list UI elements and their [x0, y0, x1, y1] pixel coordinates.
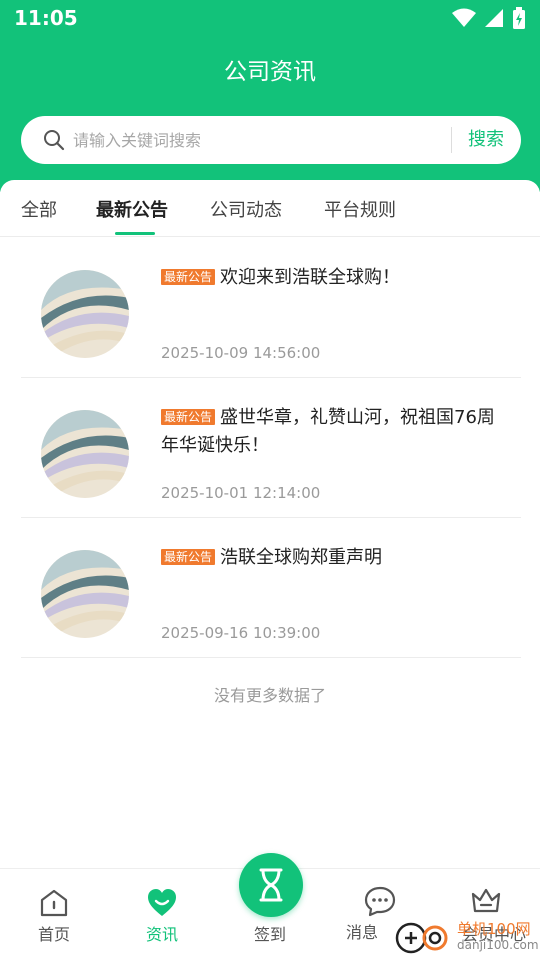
news-item[interactable]: 最新公告 盛世华章，礼赞山河，祝祖国76周年华诞快乐！ 2025-10-01 12…: [21, 378, 521, 518]
status-time: 11:05: [14, 6, 78, 30]
checkin-button[interactable]: [239, 853, 303, 917]
watermark-text: 单机100网: [457, 920, 531, 938]
content-panel: 全部 最新公告 公司动态 平台规则 最新公告 欢迎来到浩联全球购！ 2025-10…: [0, 180, 540, 870]
news-title: 最新公告 欢迎来到浩联全球购！: [161, 264, 511, 292]
search-input[interactable]: [73, 116, 453, 164]
news-item[interactable]: 最新公告 浩联全球购郑重声明 2025-09-16 10:39:00: [21, 518, 521, 658]
status-icons: [452, 7, 526, 29]
crown-icon: [471, 888, 501, 913]
tab-company-news[interactable]: 公司动态: [210, 196, 282, 222]
watermark-logo-icon: [395, 922, 448, 954]
news-badge: 最新公告: [161, 549, 216, 565]
search-bar: 搜索: [21, 116, 521, 164]
watermark-url: danji100.com: [457, 938, 539, 952]
nav-news[interactable]: 资讯: [108, 869, 216, 960]
category-tabs: 全部 最新公告 公司动态 平台规则: [0, 180, 540, 237]
chat-bubble-icon: [364, 886, 396, 917]
heart-icon: [148, 889, 176, 916]
home-icon: [40, 889, 68, 917]
active-tab-indicator: [115, 232, 155, 235]
news-badge: 最新公告: [161, 269, 216, 285]
news-item[interactable]: 最新公告 欢迎来到浩联全球购！ 2025-10-09 14:56:00: [21, 238, 521, 378]
search-button[interactable]: 搜索: [461, 116, 511, 164]
news-date: 2025-10-09 14:56:00: [161, 344, 321, 362]
page-title: 公司资讯: [224, 59, 316, 85]
news-badge: 最新公告: [161, 409, 216, 425]
nav-checkin[interactable]: 签到: [216, 853, 324, 960]
search-icon: [44, 130, 65, 151]
tab-latest-announcement[interactable]: 最新公告: [96, 196, 168, 222]
news-thumbnail: [41, 270, 129, 358]
news-date: 2025-09-16 10:39:00: [161, 624, 321, 642]
news-thumbnail: [41, 410, 129, 498]
news-title-text: 欢迎来到浩联全球购！: [220, 267, 401, 288]
search-divider: [451, 127, 452, 153]
battery-icon: [513, 7, 525, 29]
nav-home[interactable]: 首页: [0, 869, 108, 960]
tab-platform-rules[interactable]: 平台规则: [324, 196, 396, 222]
list-end-message: 没有更多数据了: [213, 686, 326, 705]
news-date: 2025-10-01 12:14:00: [161, 484, 321, 502]
hourglass-icon: [259, 868, 283, 902]
news-title: 最新公告 盛世华章，礼赞山河，祝祖国76周年华诞快乐！: [161, 404, 511, 460]
news-title-text: 浩联全球购郑重声明: [220, 547, 383, 568]
tab-all[interactable]: 全部: [21, 196, 57, 222]
watermark: 单机100网 danji100.com: [395, 916, 540, 960]
nav-news-label: 资讯: [145, 925, 178, 944]
news-thumbnail: [41, 550, 129, 638]
status-bar: 11:05: [0, 0, 540, 36]
nav-home-label: 首页: [37, 925, 70, 944]
header: 11:05 公司资讯 搜索: [0, 0, 540, 192]
wifi-icon: [452, 8, 476, 27]
news-title: 最新公告 浩联全球购郑重声明: [161, 544, 511, 572]
signal-icon: [485, 9, 503, 27]
